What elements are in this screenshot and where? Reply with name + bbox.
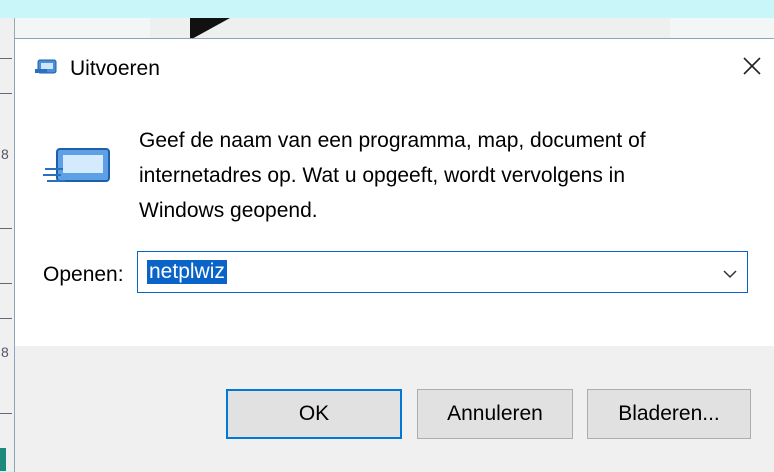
ruler-tick	[0, 283, 12, 284]
open-combobox[interactable]: netplwiz	[137, 251, 748, 293]
background-window-toolbar	[150, 18, 670, 40]
run-icon	[35, 59, 57, 75]
run-dialog-icon	[43, 147, 111, 187]
title-bar[interactable]: Uitvoeren	[15, 39, 774, 97]
description-text: Geef de naam van een programma, map, doc…	[139, 123, 749, 228]
ruler-tick	[0, 58, 12, 59]
ruler-tick	[0, 318, 12, 319]
ruler-digit: 8	[1, 344, 9, 360]
description-line: internetadres op. Wat u opgeeft, wordt v…	[139, 164, 625, 187]
run-dialog: Uitvoeren Geef de naam van een programma…	[14, 38, 774, 472]
description-line: Geef de naam van een programma, map, doc…	[139, 129, 646, 152]
window-title: Uitvoeren	[70, 57, 160, 80]
chevron-down-icon[interactable]	[723, 266, 737, 279]
browse-button[interactable]: Bladeren...	[587, 389, 751, 439]
open-input-value[interactable]: netplwiz	[147, 260, 227, 284]
background-shape	[190, 18, 270, 40]
ruler-tick	[0, 93, 12, 94]
cancel-button[interactable]: Annuleren	[417, 389, 573, 439]
background-accent	[0, 448, 6, 471]
ruler-tick	[0, 413, 12, 414]
background-window-ruler: 8 8	[0, 18, 15, 471]
ruler-tick	[0, 228, 12, 229]
ok-button[interactable]: OK	[226, 389, 402, 439]
close-button[interactable]	[729, 39, 774, 97]
close-icon	[743, 56, 761, 80]
description-line: Windows geopend.	[139, 199, 318, 222]
open-label: Openen:	[43, 263, 124, 286]
ruler-digit: 8	[1, 146, 9, 162]
